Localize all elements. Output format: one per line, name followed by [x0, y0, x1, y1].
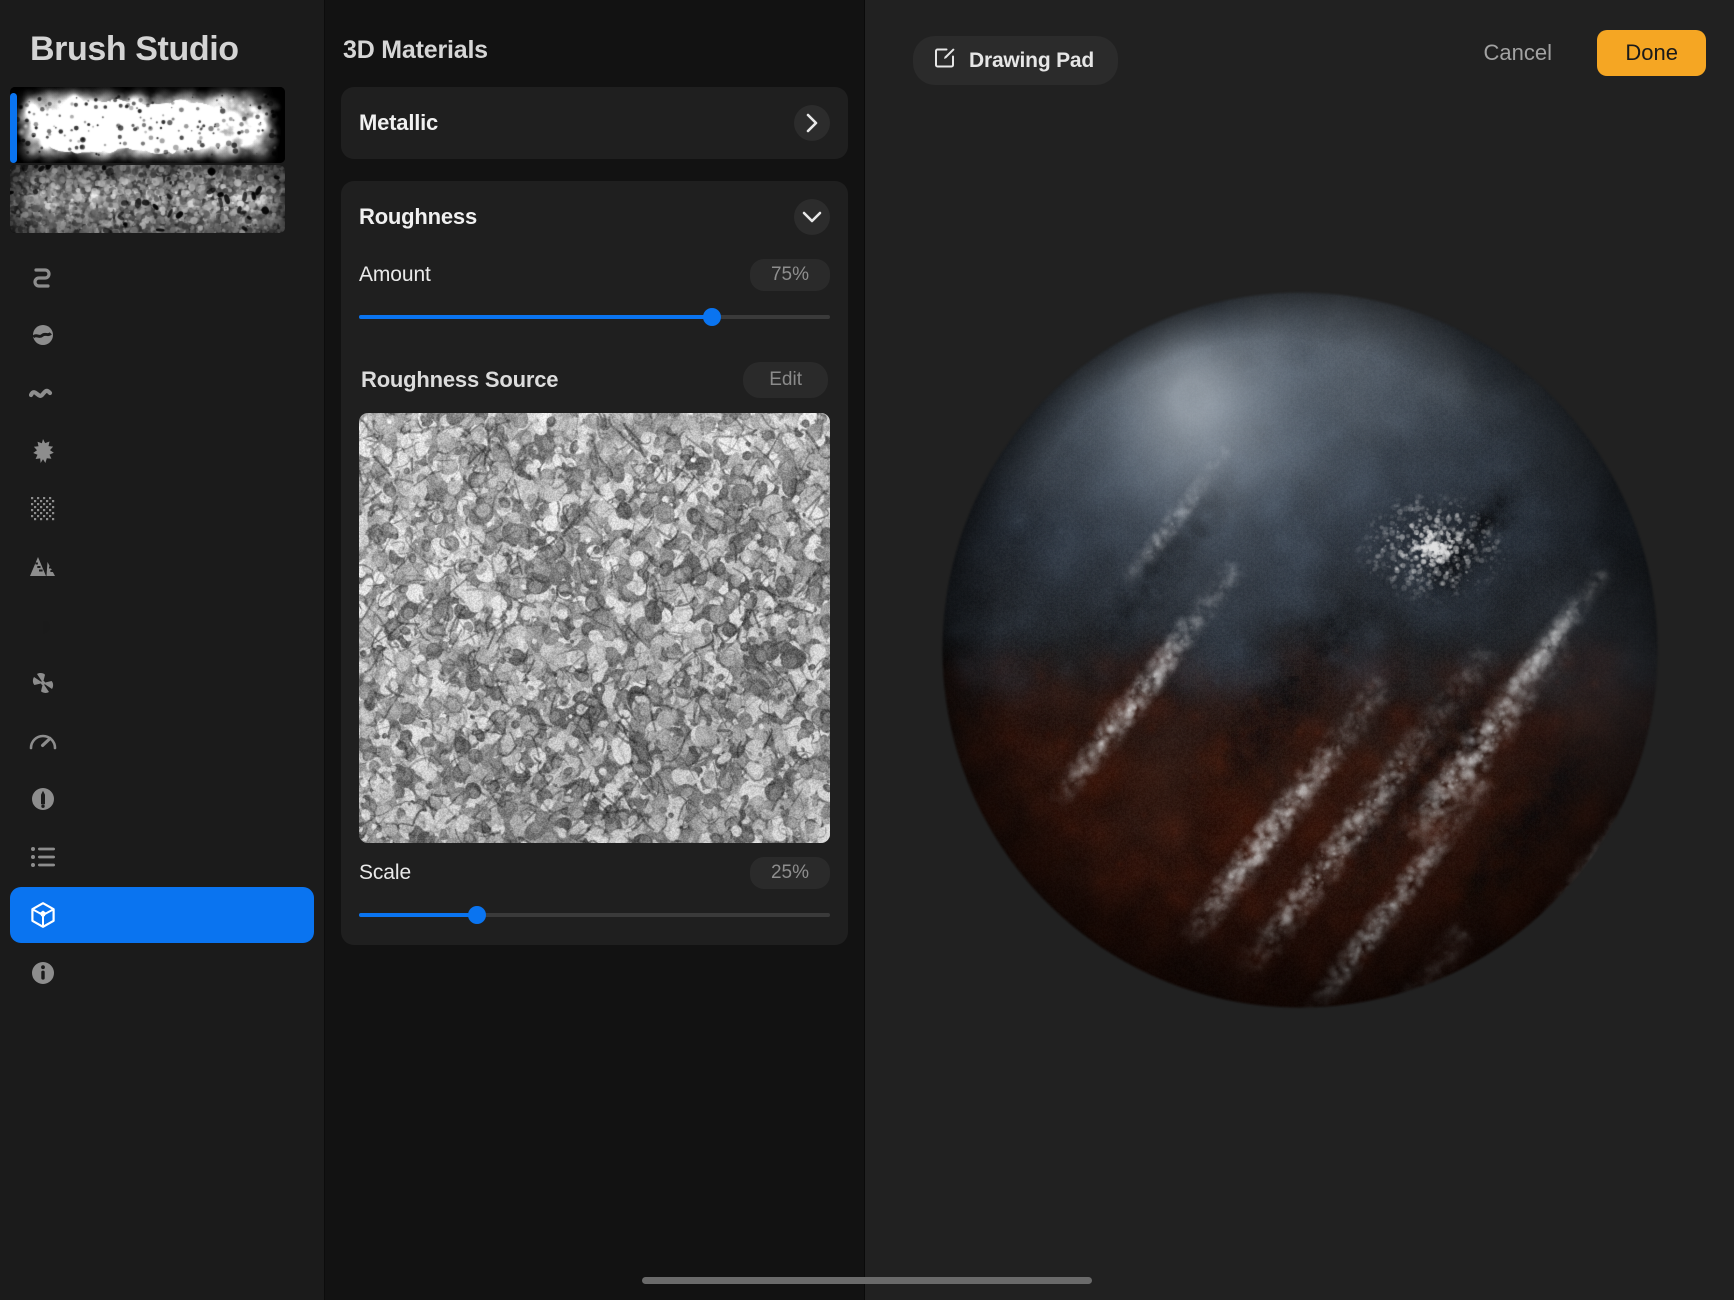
roughness-amount-row: Amount 75% [359, 253, 830, 347]
wet-mix-icon [28, 610, 58, 640]
brush-studio-window: Brush Studio 3D Materials Metallic [0, 0, 1734, 1300]
preview-pane: Drawing Pad Cancel Done [865, 0, 1734, 1300]
color-dynamics-icon [28, 668, 58, 698]
sidebar-item-grain[interactable] [10, 481, 314, 537]
metallic-card[interactable]: Metallic [341, 87, 848, 159]
roughness-amount-slider[interactable] [359, 307, 830, 327]
panel-title: 3D Materials [341, 0, 848, 65]
home-indicator [642, 1277, 1092, 1284]
apple-pencil-icon [28, 784, 58, 814]
roughness-amount-value: 75% [750, 259, 830, 291]
sidebar-item-about-this-brush[interactable] [10, 945, 314, 1001]
sidebar-item-taper[interactable] [10, 365, 314, 421]
roughness-amount-labels: Amount 75% [359, 253, 830, 297]
sidebar-item-properties[interactable] [10, 829, 314, 885]
sidebar: Brush Studio [0, 0, 325, 1300]
sidebar-item-shape[interactable] [10, 423, 314, 479]
roughness-title: Roughness [359, 204, 477, 230]
sidebar-item-stabilization[interactable] [10, 307, 314, 363]
edit-button[interactable]: Edit [743, 362, 828, 398]
roughness-card-header[interactable]: Roughness [359, 181, 830, 253]
roughness-source-title: Roughness Source [361, 367, 558, 393]
chevron-right-icon[interactable] [794, 105, 830, 141]
roughness-source-texture[interactable] [359, 413, 830, 843]
sidebar-item-wet-mix[interactable] [10, 597, 314, 653]
page-title: Brush Studio [0, 0, 324, 69]
sidebar-item-color-dynamics[interactable] [10, 655, 314, 711]
brush-preview-group [0, 87, 324, 235]
roughness-scale-value: 25% [750, 857, 830, 889]
slider-fill [359, 315, 712, 319]
brush-shape-preview[interactable] [10, 87, 285, 163]
slider-knob[interactable] [468, 906, 486, 924]
slider-fill [359, 913, 477, 917]
chevron-down-icon[interactable] [794, 199, 830, 235]
materials-cube-icon [28, 900, 58, 930]
sidebar-item-materials[interactable] [10, 887, 314, 943]
brush-grain-preview[interactable] [10, 165, 285, 233]
stabilization-icon [28, 320, 58, 350]
slider-knob[interactable] [703, 308, 721, 326]
roughness-source-header: Roughness Source Edit [359, 347, 830, 413]
roughness-scale-labels: Scale 25% [359, 851, 830, 895]
stroke-path-icon [28, 262, 58, 292]
rendering-icon [28, 552, 58, 582]
roughness-scale-slider[interactable] [359, 905, 830, 925]
roughness-scale-row: Scale 25% [359, 843, 830, 945]
materials-panel: 3D Materials Metallic Roughness [325, 0, 865, 1300]
sidebar-menu [0, 249, 324, 1001]
shape-icon [28, 436, 58, 466]
metallic-title: Metallic [359, 110, 438, 136]
grain-icon [28, 494, 58, 524]
sidebar-item-rendering[interactable] [10, 539, 314, 595]
roughness-card: Roughness Amount 75% [341, 181, 848, 945]
taper-icon [28, 378, 58, 408]
material-preview-sphere[interactable] [865, 0, 1734, 1300]
brush-selection-indicator [10, 93, 17, 163]
roughness-amount-label: Amount [359, 263, 431, 287]
sidebar-item-apple-pencil[interactable] [10, 771, 314, 827]
dynamics-icon [28, 726, 58, 756]
roughness-scale-label: Scale [359, 861, 411, 885]
properties-icon [28, 842, 58, 872]
info-icon [28, 958, 58, 988]
metallic-card-header[interactable]: Metallic [359, 87, 830, 159]
sidebar-item-stroke-path[interactable] [10, 249, 314, 305]
sidebar-item-dynamics[interactable] [10, 713, 314, 769]
